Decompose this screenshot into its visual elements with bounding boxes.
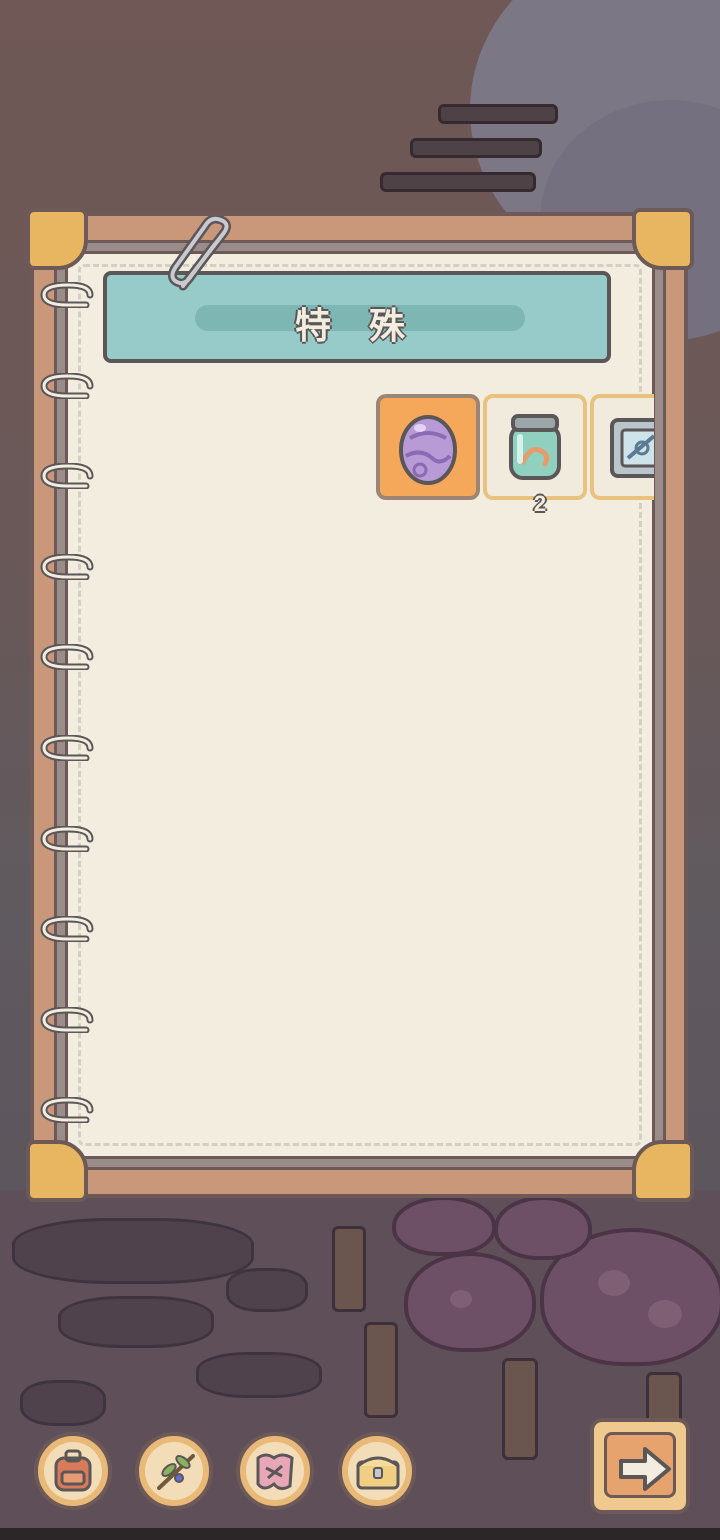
item-slot[interactable] <box>483 394 587 500</box>
notebook-page <box>65 251 655 1159</box>
binder-ring <box>40 735 94 761</box>
system-nav-bar <box>0 1528 720 1540</box>
item-count: 2 <box>533 491 547 516</box>
mushroom-spot <box>648 1300 682 1328</box>
stepping-stone <box>58 1296 214 1348</box>
stepping-stone <box>196 1352 322 1398</box>
backpack-icon <box>54 1449 92 1492</box>
mushroom-spot <box>598 1270 630 1296</box>
corner-bracket <box>26 1140 88 1202</box>
corner-bracket <box>26 208 88 270</box>
item-slot[interactable] <box>376 394 480 500</box>
mushroom <box>392 1196 496 1256</box>
corner-bracket <box>632 208 694 270</box>
category-title: 特 殊 <box>294 305 419 346</box>
floating-step <box>380 172 536 192</box>
map-icon <box>256 1453 294 1491</box>
binder-ring <box>40 282 94 308</box>
item-slot[interactable] <box>590 394 654 500</box>
binder-ring <box>40 1006 94 1033</box>
corner-bracket <box>632 1140 694 1202</box>
fence-post <box>332 1226 366 1312</box>
binder-ring <box>40 553 94 580</box>
stepping-stone <box>20 1380 106 1426</box>
floating-step <box>438 104 558 124</box>
fence-post <box>502 1358 538 1460</box>
stepping-stone <box>12 1218 254 1284</box>
binder-ring <box>40 1097 94 1124</box>
blueprint-frame-icon <box>610 418 654 478</box>
item-slot-row <box>376 394 654 504</box>
plants-button[interactable] <box>135 1432 213 1510</box>
chest-button[interactable] <box>338 1432 416 1510</box>
paperclip-icon <box>167 216 231 291</box>
notebook-inner-frame <box>54 240 666 1170</box>
floating-step <box>410 138 542 158</box>
binder-ring <box>40 463 94 490</box>
mushroom-spot <box>450 1290 472 1308</box>
binder-ring <box>40 825 94 852</box>
branch-icon <box>157 1454 195 1490</box>
next-page-button[interactable] <box>590 1418 690 1514</box>
specimen-jar-icon <box>509 414 561 480</box>
binder-ring <box>40 372 94 399</box>
mushroom <box>494 1196 592 1260</box>
map-button[interactable] <box>236 1432 314 1510</box>
button-face <box>604 1432 676 1498</box>
purple-egg-icon <box>399 415 457 485</box>
backpack-button[interactable] <box>34 1432 112 1510</box>
binder-ring <box>40 916 94 943</box>
arrow-right-icon <box>619 1447 671 1491</box>
fence-post <box>364 1322 398 1418</box>
chest-icon <box>356 1456 400 1490</box>
binder-ring <box>40 644 94 671</box>
stepping-stone <box>226 1268 308 1312</box>
